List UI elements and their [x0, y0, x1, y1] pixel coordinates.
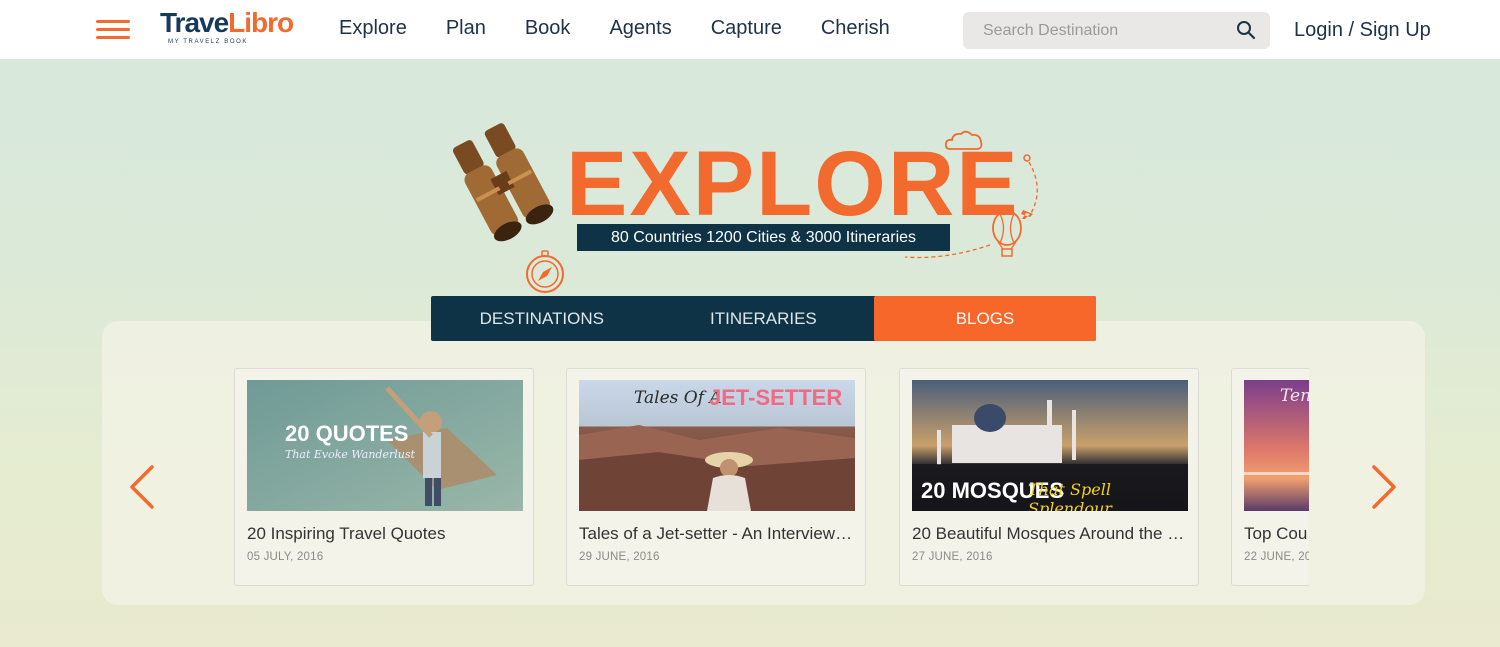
- top-header: TraveLibro MY TRAVELZ BOOK Explore Plan …: [0, 0, 1500, 60]
- travelibro-logo[interactable]: TraveLibro MY TRAVELZ BOOK: [160, 7, 294, 54]
- blog-card-date: 22 JUNE, 20: [1244, 551, 1309, 563]
- hero-subtitle: 80 Countries 1200 Cities & 3000 Itinerar…: [577, 224, 950, 251]
- nav-explore[interactable]: Explore: [339, 16, 407, 40]
- search-input[interactable]: [963, 12, 1223, 49]
- overlay-title: 20 QUOTES: [285, 421, 409, 446]
- nav-book[interactable]: Book: [525, 16, 571, 40]
- blog-card-image: Tales Of A JET-SETTER: [579, 380, 855, 511]
- tab-blogs[interactable]: BLOGS: [874, 296, 1096, 341]
- blog-card-title: Top Cou: [1244, 524, 1308, 543]
- overlay-subtitle: That Evoke Wanderlust: [285, 448, 415, 461]
- carousel-prev-icon[interactable]: [126, 463, 160, 511]
- binoculars-icon: [452, 123, 554, 242]
- overlay-subtitle: That Spell Splendour: [1028, 480, 1112, 511]
- blog-carousel: 20 QUOTES That Evoke Wanderlust 20 Inspi…: [234, 368, 1309, 586]
- menu-icon[interactable]: [96, 17, 132, 43]
- logo-tagline: MY TRAVELZ BOOK: [168, 39, 249, 45]
- logo-secondary: Libro: [228, 7, 294, 38]
- nav-capture[interactable]: Capture: [711, 16, 782, 40]
- nav-cherish[interactable]: Cherish: [821, 16, 890, 40]
- search-box: [963, 12, 1270, 49]
- carousel-next-icon[interactable]: [1366, 463, 1400, 511]
- blog-card[interactable]: Tales Of A JET-SETTER Tales of a Jet-set…: [566, 368, 866, 586]
- hero-title: EXPLORE: [566, 133, 1020, 235]
- blog-card-image: 20 QUOTES That Evoke Wanderlust: [247, 380, 523, 511]
- logo-primary: Trave: [160, 7, 229, 38]
- explore-tabs: DESTINATIONS ITINERARIES BLOGS: [431, 296, 1096, 341]
- search-icon[interactable]: [1236, 20, 1256, 40]
- overlay-title: JET-SETTER: [709, 385, 843, 410]
- tab-destinations[interactable]: DESTINATIONS: [431, 296, 653, 341]
- main-nav: Explore Plan Book Agents Capture Cherish: [339, 16, 929, 40]
- blog-card-title: 20 Inspiring Travel Quotes: [247, 524, 446, 543]
- login-signup-link[interactable]: Login / Sign Up: [1294, 18, 1431, 42]
- overlay-subtitle: Ten: [1280, 386, 1309, 406]
- blog-card[interactable]: 20 QUOTES That Evoke Wanderlust 20 Inspi…: [234, 368, 534, 586]
- blog-card-title: Tales of a Jet-setter - An Interview wit…: [579, 524, 855, 543]
- blog-card-date: 05 JULY, 2016: [247, 551, 324, 563]
- blog-card-image: Ten: [1244, 380, 1309, 511]
- tab-itineraries[interactable]: ITINERARIES: [653, 296, 875, 341]
- blog-card-date: 29 JUNE, 2016: [579, 551, 660, 563]
- blog-card[interactable]: 20 MOSQUES That Spell Splendour 20 Beaut…: [899, 368, 1199, 586]
- nav-agents[interactable]: Agents: [609, 16, 671, 40]
- blog-card[interactable]: Ten Top Cou 22 JUNE, 20: [1231, 368, 1309, 586]
- blog-card-date: 27 JUNE, 2016: [912, 551, 993, 563]
- blog-card-title: 20 Beautiful Mosques Around the World: [912, 524, 1188, 543]
- compass-icon: [526, 250, 564, 293]
- blog-card-image: 20 MOSQUES That Spell Splendour: [912, 380, 1188, 511]
- nav-plan[interactable]: Plan: [446, 16, 486, 40]
